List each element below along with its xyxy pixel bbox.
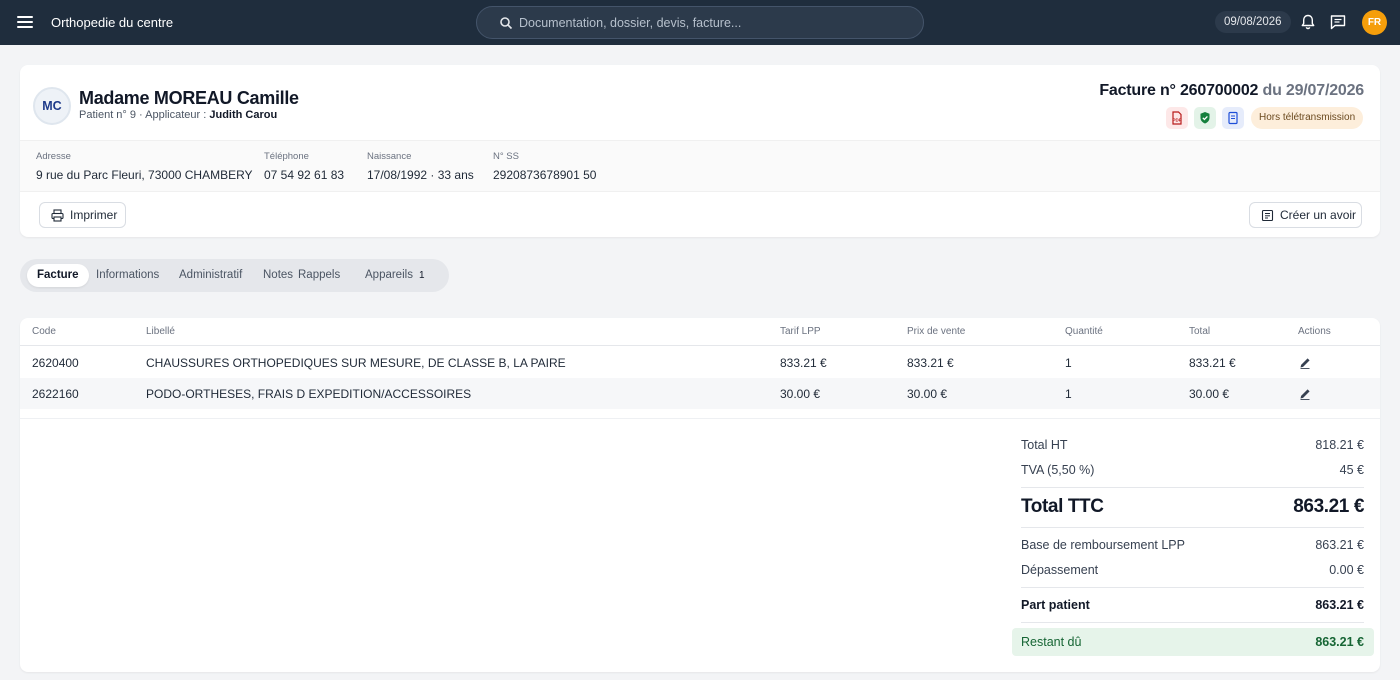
ss-label: N° SS — [493, 151, 519, 162]
column-header-prix: Prix de vente — [907, 326, 966, 337]
address-value: 9 rue du Parc Fleuri, 73000 CHAMBERY — [36, 168, 253, 182]
app-title: Orthopedie du centre — [51, 15, 174, 30]
total-ht-value: 818.21 € — [1315, 438, 1364, 452]
invoice-header-card: MC Madame MOREAU Camille Patient n° 9 · … — [20, 65, 1380, 237]
pdf-icon[interactable]: PDF — [1166, 107, 1188, 129]
invoice-date: du 29/07/2026 — [1262, 82, 1365, 99]
row-tarif: 833.21 € — [780, 356, 827, 370]
tab-appareils-label: Appareils — [365, 269, 413, 281]
row-quantite: 1 — [1065, 387, 1072, 401]
column-header-label: Libellé — [146, 326, 175, 337]
totals-divider — [1021, 527, 1364, 528]
top-bar: Orthopedie du centre 09/08/2026 FR — [0, 0, 1400, 45]
document-icon[interactable] — [1222, 107, 1244, 129]
restant-du-value: 863.21 € — [1315, 635, 1364, 649]
tab-appareils[interactable]: Appareils 1 — [365, 264, 425, 287]
ss-value: 2920873678901 50 — [493, 168, 597, 182]
message-icon[interactable] — [1329, 13, 1347, 31]
invoice-lines-card: Code Libellé Tarif LPP Prix de vente Qua… — [20, 318, 1380, 672]
depassement-label: Dépassement — [1021, 563, 1099, 577]
row-prix: 30.00 € — [907, 387, 948, 401]
search-box[interactable] — [476, 6, 924, 39]
column-header-total: Total — [1189, 326, 1211, 337]
row-code: 2620400 — [32, 356, 79, 370]
table-row: 2620400 CHAUSSURES ORTHOPEDIQUES SUR MES… — [20, 347, 1380, 378]
edit-icon[interactable] — [1298, 356, 1312, 370]
current-date: 09/08/2026 — [1215, 11, 1291, 33]
table-row: 2622160 PODO-ORTHESES, FRAIS D EXPEDITIO… — [20, 378, 1380, 409]
invoice-title: Facture n° 260700002 du 29/07/2026 — [1099, 82, 1364, 100]
ss-block: N° SS 2920873678901 50 — [493, 151, 596, 182]
base-remboursement-label: Base de remboursement LPP — [1021, 538, 1185, 552]
total-ht-label: Total HT — [1021, 438, 1068, 452]
address-label: Adresse — [36, 151, 71, 162]
tab-notes[interactable]: Notes — [263, 264, 293, 287]
row-label: PODO-ORTHESES, FRAIS D EXPEDITION/ACCESS… — [146, 387, 472, 401]
svg-text:PDF: PDF — [1173, 118, 1182, 123]
credit-note-button-label: Créer un avoir — [1280, 208, 1357, 222]
status-badge: Hors télétransmission — [1251, 107, 1364, 129]
table-header: Code Libellé Tarif LPP Prix de vente Qua… — [20, 318, 1380, 346]
phone-block: Téléphone 07 54 92 61 83 — [264, 151, 344, 182]
edit-icon[interactable] — [1298, 387, 1312, 401]
patient-name: Madame MOREAU Camille — [79, 88, 299, 108]
tab-facture[interactable]: Facture — [27, 264, 89, 287]
part-patient-value: 863.21 € — [1315, 598, 1364, 612]
patient-number: Patient n° 9 · Applicateur : — [79, 109, 207, 121]
row-total: 833.21 € — [1189, 356, 1236, 370]
total-ttc-label: Total TTC — [1021, 496, 1104, 517]
row-total: 30.00 € — [1189, 387, 1230, 401]
phone-value: 07 54 92 61 83 — [264, 168, 345, 182]
depassement-value: 0.00 € — [1329, 563, 1364, 577]
tva-value: 45 € — [1339, 463, 1364, 477]
column-header-actions: Actions — [1298, 326, 1331, 337]
column-header-quantite: Quantité — [1065, 326, 1103, 337]
birth-block: Naissance 17/08/1992 · 33 ans — [367, 151, 474, 182]
tab-administratif[interactable]: Administratif — [179, 264, 242, 287]
phone-label: Téléphone — [264, 151, 309, 162]
row-quantite: 1 — [1065, 356, 1072, 370]
part-patient-label: Part patient — [1021, 598, 1090, 612]
tab-appareils-count: 1 — [418, 270, 425, 281]
invoice-number: Facture n° 260700002 — [1099, 82, 1259, 99]
totals-divider — [1021, 487, 1364, 488]
tab-bar: Facture Informations Administratif Notes… — [20, 259, 449, 292]
search-icon — [500, 17, 513, 30]
user-avatar[interactable]: FR — [1362, 10, 1387, 35]
totals-divider — [1021, 622, 1364, 623]
restant-du-label: Restant dû — [1021, 635, 1082, 649]
base-remboursement-value: 863.21 € — [1315, 538, 1364, 552]
row-label: CHAUSSURES ORTHOPEDIQUES SUR MESURE, DE … — [146, 356, 566, 370]
menu-icon[interactable] — [14, 11, 36, 33]
birth-value: 17/08/1992 · 33 ans — [367, 168, 474, 182]
create-credit-note-button[interactable]: Créer un avoir — [1249, 202, 1362, 228]
patient-subtitle: Patient n° 9 · Applicateur : Judith Caro… — [79, 109, 277, 121]
birth-label: Naissance — [367, 151, 412, 162]
printer-icon — [51, 209, 64, 222]
tab-informations[interactable]: Informations — [96, 264, 159, 287]
tab-rappels[interactable]: Rappels — [298, 264, 340, 287]
column-header-tarif: Tarif LPP — [780, 326, 821, 337]
tva-label: TVA (5,50 %) — [1021, 463, 1095, 477]
receipt-icon — [1261, 209, 1274, 222]
total-ttc-value: 863.21 € — [1293, 496, 1364, 517]
print-button-label: Imprimer — [70, 208, 118, 222]
column-header-code: Code — [32, 326, 56, 337]
bell-icon[interactable] — [1299, 13, 1317, 31]
row-code: 2622160 — [32, 387, 79, 401]
totals-divider — [1021, 587, 1364, 588]
address-block: Adresse 9 rue du Parc Fleuri, 73000 CHAM… — [36, 151, 253, 182]
applicateur-name: Judith Carou — [209, 109, 278, 121]
restant-du-row: Restant dû 863.21 € — [1012, 628, 1374, 656]
search-input[interactable] — [519, 13, 909, 33]
patient-avatar: MC — [33, 87, 71, 125]
table-divider — [20, 418, 1380, 419]
print-button[interactable]: Imprimer — [39, 202, 126, 228]
row-prix: 833.21 € — [907, 356, 954, 370]
patient-info-strip: Adresse 9 rue du Parc Fleuri, 73000 CHAM… — [20, 140, 1380, 192]
row-tarif: 30.00 € — [780, 387, 821, 401]
shield-check-icon[interactable] — [1194, 107, 1216, 129]
